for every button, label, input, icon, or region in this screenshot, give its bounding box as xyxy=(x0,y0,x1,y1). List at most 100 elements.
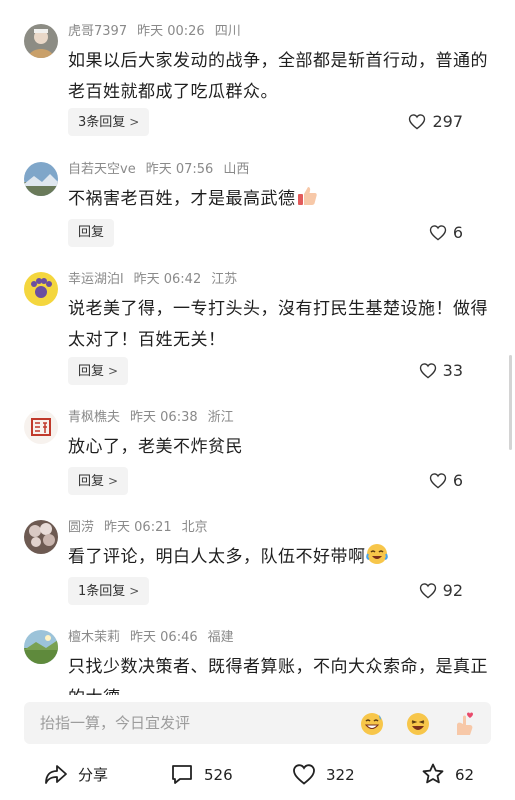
reply-label: 回复 xyxy=(78,474,105,489)
comment-actions: 回复 > 6 xyxy=(68,467,493,497)
comment-time: 昨天 06:42 xyxy=(133,272,202,287)
share-label: 分享 xyxy=(78,766,109,784)
user-avatar[interactable] xyxy=(24,410,58,444)
like-button[interactable]: 6 xyxy=(429,219,463,247)
comment-actions: 1条回复 > 92 xyxy=(68,577,493,607)
comment-location: 浙江 xyxy=(207,410,234,425)
star-icon xyxy=(422,763,444,784)
username[interactable]: 檀木茉莉 xyxy=(68,630,120,645)
user-avatar[interactable] xyxy=(24,162,58,196)
comment-input-placeholder: 抬指一算，今日宜发评 xyxy=(40,714,191,732)
username[interactable]: 幸运湖泊l xyxy=(68,272,124,287)
comment-feed: 虎哥7397 昨天 00:26 四川 如果以后大家发动的战争，全部都是斩首行动，普通… xyxy=(0,0,515,695)
like-button[interactable]: 92 xyxy=(419,577,463,605)
user-avatar[interactable] xyxy=(24,520,58,554)
like-button[interactable]: 6 xyxy=(429,467,463,495)
comment-time: 昨天 06:21 xyxy=(104,520,172,535)
comment-location: 四川 xyxy=(214,24,241,39)
like-count: 92 xyxy=(442,581,463,600)
comment-icon xyxy=(172,765,192,784)
heart-icon xyxy=(429,473,446,489)
comment-text: 说老美了得，一专打头头，沒有打民生基楚设施！做得太对了！百姓无关！ xyxy=(68,299,488,350)
favorite-button[interactable]: 62 xyxy=(421,757,474,793)
like-post-button[interactable]: 322 xyxy=(292,757,355,793)
comment-location: 福建 xyxy=(207,630,234,645)
comment-button[interactable]: 526 xyxy=(170,757,233,793)
chevron-right-icon: > xyxy=(129,115,140,129)
comment-text-body: 不祸害老百姓，才是最高武德 xyxy=(68,189,296,209)
laughing-emoji-button[interactable] xyxy=(405,711,431,737)
comment-text: 看了评论，明白人太多，队伍不好带啊 xyxy=(68,542,493,576)
comment-actions: 3条回复 > 297 xyxy=(68,108,493,138)
comment-location: 山西 xyxy=(223,162,250,177)
bottom-action-row: 分享 526 322 62 xyxy=(0,757,515,793)
comment-text: 如果以后大家发动的战争，全部都是斩首行动，普通的老百姓就都成了吃瓜群众。 xyxy=(68,51,488,102)
comment-text: 不祸害老百姓，才是最高武德 xyxy=(68,184,493,218)
username[interactable]: 圆涝 xyxy=(68,520,94,535)
user-avatar[interactable] xyxy=(24,272,58,306)
comment-item: 青枫樵夫 昨天 06:38 浙江 放心了，老美不炸贫民 xyxy=(0,406,515,463)
heart-icon xyxy=(419,363,436,379)
comment-meta: 自若天空ve 昨天 07:56 山西 xyxy=(68,158,493,180)
bottom-bar: 抬指一算，今日宜发评 分享 526 322 62 xyxy=(0,695,515,800)
comment-actions: 回复 6 xyxy=(68,219,493,249)
like-count: 297 xyxy=(432,112,463,131)
comment-text: 只找少数决策者、既得者算账，不向大众索命，是真正的大德 xyxy=(68,657,488,695)
thumbs-up-emoji xyxy=(296,185,318,218)
like-count: 6 xyxy=(452,223,463,242)
favorite-count: 62 xyxy=(455,766,475,784)
share-icon xyxy=(45,765,67,784)
finger-heart-emoji-button[interactable] xyxy=(451,711,477,737)
comment-location: 北京 xyxy=(181,520,208,535)
reply-button[interactable]: 回复 > xyxy=(68,467,129,495)
comment-meta: 檀木茉莉 昨天 06:46 福建 xyxy=(68,626,493,648)
comment-item: 圆涝 昨天 06:21 北京 看了评论，明白人太多，队伍不好带啊 xyxy=(0,516,515,576)
heart-icon xyxy=(429,225,446,241)
user-avatar[interactable] xyxy=(24,24,58,58)
comment-item: 虎哥7397 昨天 00:26 四川 如果以后大家发动的战争，全部都是斩首行动，普通… xyxy=(0,20,515,108)
comment-item: 檀木茉莉昨天 06:46 福建 只找少数决策者、既得者算账，不向大众索命，是真正的… xyxy=(0,626,515,695)
comment-meta: 虎哥7397 昨天 00:26 四川 xyxy=(68,20,493,42)
heart-icon xyxy=(409,114,426,130)
chevron-right-icon: > xyxy=(129,584,140,598)
comment-time: 昨天 07:56 xyxy=(145,162,214,177)
comment-meta: 幸运湖泊l 昨天 06:42 江苏 xyxy=(68,268,493,290)
username[interactable]: 虎哥7397 xyxy=(68,24,127,39)
reply-button[interactable]: 回复 > xyxy=(68,357,129,385)
like-count: 322 xyxy=(326,766,355,784)
chevron-right-icon: > xyxy=(108,474,119,488)
reply-label: 回复 xyxy=(78,225,105,240)
comment-text: 放心了，老美不炸贫民 xyxy=(68,437,243,457)
scrollbar[interactable] xyxy=(509,355,512,450)
reply-label: 3条回复 xyxy=(78,115,126,130)
username[interactable]: 青枫樵夫 xyxy=(68,410,120,425)
comment-meta: 青枫樵夫 昨天 06:38 浙江 xyxy=(68,406,493,428)
reply-label: 1条回复 xyxy=(78,584,126,599)
comment-time: 昨天 06:46 xyxy=(130,630,198,645)
like-button[interactable]: 33 xyxy=(419,357,463,385)
comment-input[interactable]: 抬指一算，今日宜发评 xyxy=(24,702,491,744)
comment-location: 江苏 xyxy=(211,272,238,287)
comment-time: 昨天 00:26 xyxy=(137,24,205,39)
comment-item: 幸运湖泊l 昨天 06:42 江苏 说老美了得，一专打头头，沒有打民生基楚设施！做得… xyxy=(0,268,515,356)
comment-meta: 圆涝 昨天 06:21 北京 xyxy=(68,516,493,538)
comment-item: 自若天空ve 昨天 07:56 山西 不祸害老百姓，才是最高武德 xyxy=(0,158,515,218)
heart-icon xyxy=(419,583,436,599)
comment-actions: 回复 > 33 xyxy=(68,357,493,387)
comment-count: 526 xyxy=(204,766,233,784)
reply-button[interactable]: 3条回复 > xyxy=(68,108,150,136)
heart-icon xyxy=(293,764,315,785)
username[interactable]: 自若天空ve xyxy=(68,162,136,177)
reply-button[interactable]: 回复 xyxy=(68,219,115,247)
grinning-sweat-emoji-button[interactable] xyxy=(359,711,385,737)
like-button[interactable]: 297 xyxy=(408,108,463,136)
comment-time: 昨天 06:38 xyxy=(130,410,198,425)
user-avatar[interactable] xyxy=(24,630,58,664)
like-count: 33 xyxy=(442,361,463,380)
comment-text-body: 看了评论，明白人太多，队伍不好带啊 xyxy=(68,547,366,567)
reply-label: 回复 xyxy=(78,364,105,379)
like-count: 6 xyxy=(452,471,463,490)
reply-button[interactable]: 1条回复 > xyxy=(68,577,150,605)
share-button[interactable]: 分享 xyxy=(44,757,108,793)
crying-laughing-emoji xyxy=(365,543,388,576)
